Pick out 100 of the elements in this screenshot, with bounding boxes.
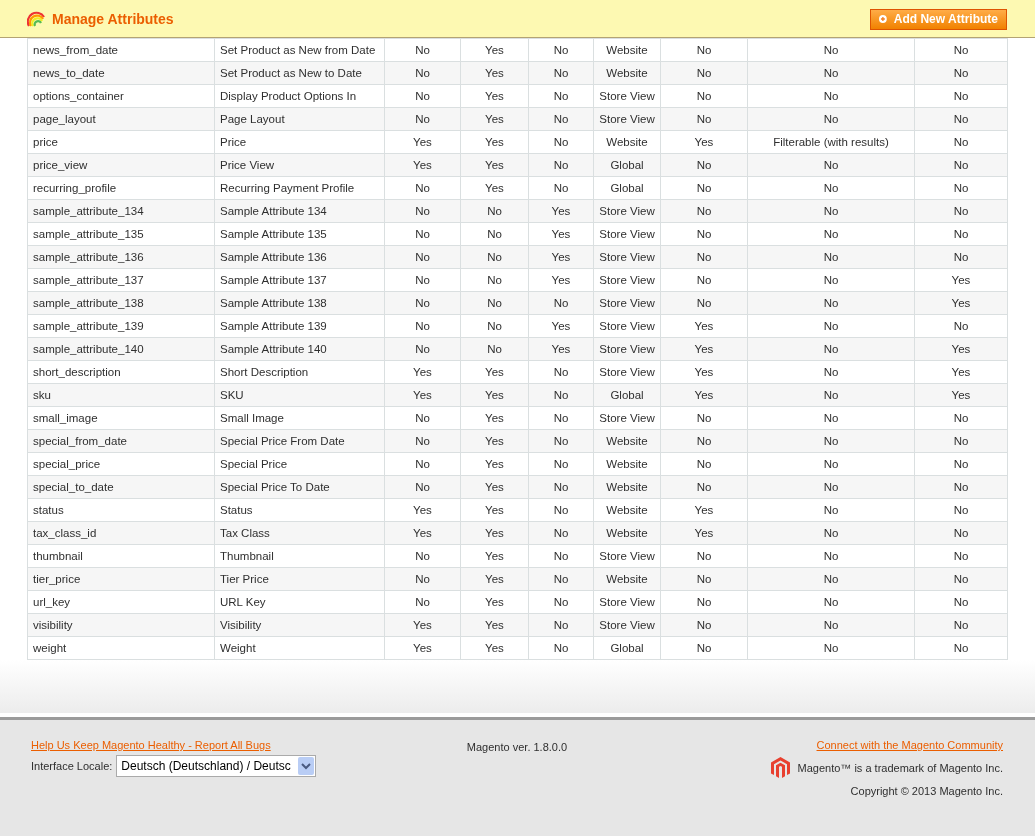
table-cell: Sample Attribute 137 — [214, 268, 385, 292]
table-cell: No — [747, 245, 915, 269]
table-cell: No — [747, 475, 915, 499]
table-cell: No — [747, 452, 915, 476]
table-cell: URL Key — [214, 590, 385, 614]
table-cell: No — [914, 314, 1008, 338]
table-cell: Sample Attribute 136 — [214, 245, 385, 269]
table-cell: options_container — [27, 84, 215, 108]
add-new-attribute-button[interactable]: Add New Attribute — [870, 8, 1007, 30]
locale-select[interactable]: Deutsch (Deutschland) / Deutsc — [116, 755, 317, 777]
table-cell: No — [528, 176, 594, 200]
table-cell: Special Price — [214, 452, 385, 476]
table-cell: No — [384, 544, 461, 568]
table-cell: No — [660, 222, 748, 246]
table-cell: No — [660, 38, 748, 62]
table-cell: news_from_date — [27, 38, 215, 62]
table-cell: No — [914, 176, 1008, 200]
table-cell: sample_attribute_137 — [27, 268, 215, 292]
table-cell: No — [747, 38, 915, 62]
table-cell: Yes — [460, 544, 529, 568]
table-cell: Store View — [593, 222, 661, 246]
table-cell: Global — [593, 176, 661, 200]
table-cell: No — [384, 176, 461, 200]
table-cell: No — [747, 84, 915, 108]
table-cell: No — [384, 222, 461, 246]
table-cell: No — [747, 429, 915, 453]
table-cell: No — [528, 406, 594, 430]
table-cell: tax_class_id — [27, 521, 215, 545]
table-cell: No — [914, 544, 1008, 568]
table-cell: No — [660, 406, 748, 430]
table-cell: Website — [593, 452, 661, 476]
table-cell: Yes — [460, 360, 529, 384]
table-cell: news_to_date — [27, 61, 215, 85]
table-cell: Sample Attribute 135 — [214, 222, 385, 246]
table-cell: No — [747, 222, 915, 246]
plus-icon — [879, 13, 887, 25]
table-cell: Yes — [660, 314, 748, 338]
table-cell: No — [914, 222, 1008, 246]
table-cell: Filterable (with results) — [747, 130, 915, 154]
table-cell: SKU — [214, 383, 385, 407]
table-cell: sample_attribute_135 — [27, 222, 215, 246]
table-cell: Website — [593, 38, 661, 62]
table-cell: price_view — [27, 153, 215, 177]
table-cell: No — [460, 222, 529, 246]
table-cell: No — [914, 590, 1008, 614]
table-cell: No — [528, 590, 594, 614]
table-cell: No — [660, 590, 748, 614]
table-cell: Price — [214, 130, 385, 154]
table-cell: Sample Attribute 139 — [214, 314, 385, 338]
table-cell: No — [914, 406, 1008, 430]
table-cell: Store View — [593, 406, 661, 430]
table-cell: Website — [593, 130, 661, 154]
table-cell: Store View — [593, 360, 661, 384]
table-cell: Store View — [593, 314, 661, 338]
table-cell: No — [747, 590, 915, 614]
table-cell: Yes — [914, 360, 1008, 384]
table-cell: price — [27, 130, 215, 154]
table-cell: url_key — [27, 590, 215, 614]
table-cell: Yes — [660, 130, 748, 154]
table-cell: No — [747, 337, 915, 361]
table-cell: Yes — [460, 176, 529, 200]
locale-label: Interface Locale: — [31, 760, 113, 772]
table-cell: small_image — [27, 406, 215, 430]
table-cell: No — [747, 268, 915, 292]
table-cell: No — [914, 636, 1008, 660]
table-cell: No — [914, 38, 1008, 62]
table-cell: No — [747, 521, 915, 545]
table-cell: Yes — [460, 84, 529, 108]
table-cell: No — [747, 291, 915, 315]
table-cell: No — [747, 383, 915, 407]
table-cell: No — [460, 268, 529, 292]
table-cell: thumbnail — [27, 544, 215, 568]
community-link[interactable]: Connect with the Magento Community — [816, 739, 1003, 751]
table-cell: No — [384, 38, 461, 62]
table-cell: Small Image — [214, 406, 385, 430]
table-cell: Visibility — [214, 613, 385, 637]
table-cell: Status — [214, 498, 385, 522]
table-cell: Yes — [460, 452, 529, 476]
trademark-text: Magento™ is a trademark of Magento Inc. — [797, 762, 1003, 774]
table-cell: No — [528, 452, 594, 476]
table-cell: special_from_date — [27, 429, 215, 453]
table-cell: No — [747, 406, 915, 430]
table-cell: sample_attribute_139 — [27, 314, 215, 338]
hexagon-logo-icon — [770, 757, 790, 779]
table-cell: No — [660, 84, 748, 108]
table-cell: No — [528, 544, 594, 568]
table-cell: No — [660, 268, 748, 292]
table-cell: No — [914, 452, 1008, 476]
report-bugs-link[interactable]: Help Us Keep Magento Healthy - Report All Bugs — [31, 739, 467, 751]
table-cell: Store View — [593, 590, 661, 614]
table-cell: Tier Price — [214, 567, 385, 591]
table-cell: Yes — [460, 590, 529, 614]
table-cell: weight — [27, 636, 215, 660]
table-cell: No — [747, 567, 915, 591]
table-cell: Set Product as New from Date — [214, 38, 385, 62]
table-cell: No — [528, 84, 594, 108]
table-cell: Website — [593, 498, 661, 522]
table-cell: Store View — [593, 84, 661, 108]
table-cell: No — [528, 360, 594, 384]
table-cell: No — [747, 199, 915, 223]
